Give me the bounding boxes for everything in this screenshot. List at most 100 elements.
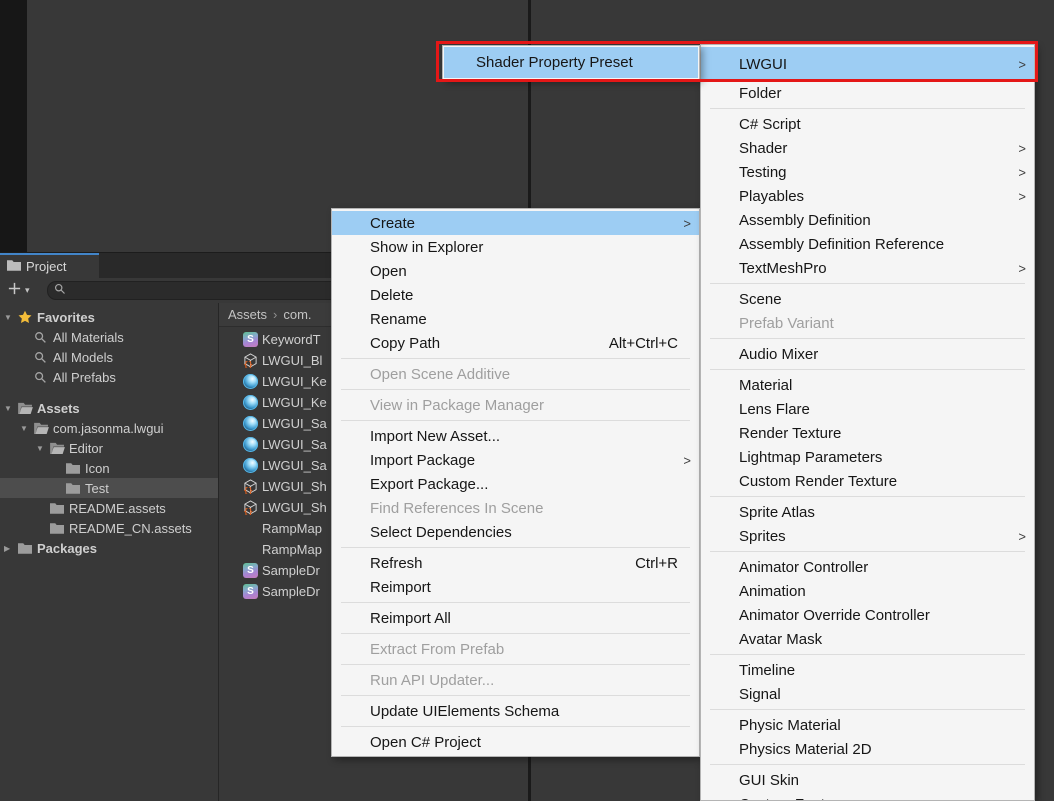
menu-item-label: Avatar Mask — [739, 631, 1015, 648]
menu-item-physic-material[interactable]: Physic Material — [701, 713, 1034, 737]
menu-item-sprites[interactable]: Sprites> — [701, 524, 1034, 548]
menu-item-open-scene-additive[interactable]: Open Scene Additive — [332, 362, 699, 386]
tab-project[interactable]: Project — [0, 253, 99, 278]
menu-item-assembly-definition-reference[interactable]: Assembly Definition Reference — [701, 232, 1034, 256]
shader-icon: {} — [243, 479, 262, 494]
tree-item-label: Favorites — [37, 310, 95, 325]
menu-item-label: Physic Material — [739, 717, 1015, 734]
menu-item-material[interactable]: Material — [701, 373, 1034, 397]
menu-item-reimport[interactable]: Reimport — [332, 575, 699, 599]
file-item-label: RampMap — [262, 521, 322, 536]
menu-item-lens-flare[interactable]: Lens Flare — [701, 397, 1034, 421]
script-icon: S — [243, 332, 262, 347]
file-item-label: LWGUI_Sh — [262, 479, 327, 494]
menu-item-label: Timeline — [739, 662, 1015, 679]
menu-item-textmeshpro[interactable]: TextMeshPro> — [701, 256, 1034, 280]
menu-item-open-c-project[interactable]: Open C# Project — [332, 730, 699, 754]
menu-item-open[interactable]: Open — [332, 259, 699, 283]
menu-separator — [710, 338, 1025, 339]
menu-item-refresh[interactable]: RefreshCtrl+R — [332, 551, 699, 575]
menu-item-render-texture[interactable]: Render Texture — [701, 421, 1034, 445]
menu-item-show-in-explorer[interactable]: Show in Explorer — [332, 235, 699, 259]
menu-item-label: Export Package... — [370, 476, 680, 493]
file-item-label: LWGUI_Sa — [262, 458, 327, 473]
menu-item-animator-controller[interactable]: Animator Controller — [701, 555, 1034, 579]
tree-item-packages[interactable]: ▶Packages — [0, 538, 218, 558]
menu-item-label: Signal — [739, 686, 1015, 703]
menu-item-animator-override-controller[interactable]: Animator Override Controller — [701, 603, 1034, 627]
menu-separator — [341, 695, 690, 696]
menu-item-sprite-atlas[interactable]: Sprite Atlas — [701, 500, 1034, 524]
tree-expanded-arrow-icon: ▼ — [20, 424, 34, 433]
menu-shortcut: Alt+Ctrl+C — [609, 335, 678, 352]
menu-item-find-references-in-scene[interactable]: Find References In Scene — [332, 496, 699, 520]
menu-item-label: Import Package — [370, 452, 680, 469]
menu-item-signal[interactable]: Signal — [701, 682, 1034, 706]
menu-item-create[interactable]: Create> — [332, 211, 699, 235]
menu-item-import-new-asset[interactable]: Import New Asset... — [332, 424, 699, 448]
menu-item-audio-mixer[interactable]: Audio Mixer — [701, 342, 1034, 366]
add-asset-button[interactable] — [7, 281, 22, 301]
menu-item-copy-path[interactable]: Copy PathAlt+Ctrl+C — [332, 331, 699, 355]
menu-item-view-in-package-manager[interactable]: View in Package Manager — [332, 393, 699, 417]
file-item-label: RampMap — [262, 542, 322, 557]
menu-item-folder[interactable]: Folder — [701, 81, 1034, 105]
menu-item-rename[interactable]: Rename — [332, 307, 699, 331]
menu-item-physics-material-2d[interactable]: Physics Material 2D — [701, 737, 1034, 761]
menu-item-label: Reimport — [370, 579, 680, 596]
tree-item-readme-assets[interactable]: README.assets — [0, 498, 218, 518]
menu-separator — [341, 420, 690, 421]
material-icon — [243, 395, 262, 410]
submenu-arrow-icon: > — [1015, 189, 1026, 204]
tree-expanded-arrow-icon: ▼ — [36, 444, 50, 453]
tree-item-icon[interactable]: Icon — [0, 458, 218, 478]
menu-item-lightmap-parameters[interactable]: Lightmap Parameters — [701, 445, 1034, 469]
menu-item-import-package[interactable]: Import Package> — [332, 448, 699, 472]
chevron-down-icon[interactable]: ▾ — [25, 285, 30, 296]
tree-item-test[interactable]: Test — [0, 478, 218, 498]
breadcrumb-segment[interactable]: Assets — [228, 307, 267, 322]
menu-item-reimport-all[interactable]: Reimport All — [332, 606, 699, 630]
menu-item-custom-render-texture[interactable]: Custom Render Texture — [701, 469, 1034, 493]
menu-item-label: Lens Flare — [739, 401, 1015, 418]
menu-item-custom-font[interactable]: Custom Font — [701, 792, 1034, 801]
tree-item-com-jasonma-lwgui[interactable]: ▼com.jasonma.lwgui — [0, 418, 218, 438]
tree-item-readme-cn-assets[interactable]: README_CN.assets — [0, 518, 218, 538]
breadcrumb-segment[interactable]: com. — [283, 307, 311, 322]
menu-item-label: Find References In Scene — [370, 500, 680, 517]
menu-item-avatar-mask[interactable]: Avatar Mask — [701, 627, 1034, 651]
tree-item-all-materials[interactable]: All Materials — [0, 327, 218, 347]
menu-item-animation[interactable]: Animation — [701, 579, 1034, 603]
menu-item-playables[interactable]: Playables> — [701, 184, 1034, 208]
menu-item-testing[interactable]: Testing> — [701, 160, 1034, 184]
material-icon — [243, 416, 262, 431]
tree-item-label: Editor — [69, 441, 103, 456]
menu-item-c-script[interactable]: C# Script — [701, 112, 1034, 136]
menu-item-update-uielements-schema[interactable]: Update UIElements Schema — [332, 699, 699, 723]
menu-item-select-dependencies[interactable]: Select Dependencies — [332, 520, 699, 544]
svg-text:{}: {} — [243, 507, 253, 515]
tree-item-editor[interactable]: ▼ Editor — [0, 438, 218, 458]
menu-item-label: Delete — [370, 287, 680, 304]
menu-item-prefab-variant[interactable]: Prefab Variant — [701, 311, 1034, 335]
menu-item-shader[interactable]: Shader> — [701, 136, 1034, 160]
tree-item-all-prefabs[interactable]: All Prefabs — [0, 367, 218, 387]
folder-icon — [18, 542, 37, 554]
menu-item-delete[interactable]: Delete — [332, 283, 699, 307]
menu-item-label: Custom Render Texture — [739, 473, 1015, 490]
tree-item-assets[interactable]: ▼Assets — [0, 398, 218, 418]
menu-item-gui-skin[interactable]: GUI Skin — [701, 768, 1034, 792]
menu-separator — [341, 726, 690, 727]
menu-item-label: Shader — [739, 140, 1015, 157]
tree-item-label: Packages — [37, 541, 97, 556]
menu-item-label: C# Script — [739, 116, 1015, 133]
menu-item-run-api-updater[interactable]: Run API Updater... — [332, 668, 699, 692]
tree-item-all-models[interactable]: All Models — [0, 347, 218, 367]
menu-item-label: Physics Material 2D — [739, 741, 1015, 758]
tree-item-favorites[interactable]: ▼Favorites — [0, 307, 218, 327]
menu-item-assembly-definition[interactable]: Assembly Definition — [701, 208, 1034, 232]
menu-item-timeline[interactable]: Timeline — [701, 658, 1034, 682]
menu-item-scene[interactable]: Scene — [701, 287, 1034, 311]
menu-item-extract-from-prefab[interactable]: Extract From Prefab — [332, 637, 699, 661]
menu-item-export-package[interactable]: Export Package... — [332, 472, 699, 496]
